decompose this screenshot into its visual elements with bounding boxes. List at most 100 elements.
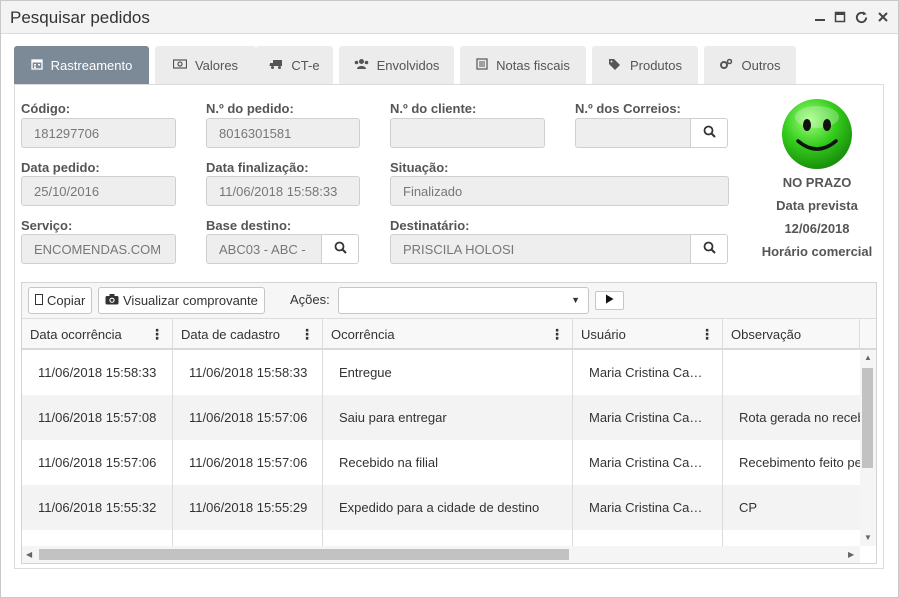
- title-bar: Pesquisar pedidos: [1, 1, 898, 34]
- correios-field[interactable]: [575, 118, 691, 148]
- tags-icon: [608, 58, 622, 73]
- column-header-data-cadastro[interactable]: Data de cadastro ⋮: [173, 319, 323, 350]
- correios-search-button[interactable]: [690, 118, 728, 148]
- cell-ocorrencia: Recebido na filial: [323, 440, 573, 485]
- window-title: Pesquisar pedidos: [10, 8, 150, 27]
- column-menu-icon[interactable]: ⋮: [700, 326, 714, 343]
- table-row[interactable]: 11/06/2018 15:57:06 11/06/2018 15:57:06 …: [22, 440, 860, 485]
- smiley-icon: [753, 97, 881, 171]
- vertical-scroll-thumb[interactable]: [862, 368, 873, 468]
- horizontal-scroll-thumb[interactable]: [39, 549, 569, 560]
- table-row[interactable]: 11/06/2018 15:55:32 11/06/2018 15:55:29 …: [22, 485, 860, 530]
- view-receipt-button[interactable]: Visualizar comprovante: [98, 287, 265, 314]
- cell-ocorrencia: [323, 530, 573, 546]
- pedido-field[interactable]: 8016301581: [206, 118, 360, 148]
- column-title: Usuário: [581, 327, 626, 342]
- close-icon[interactable]: [874, 7, 892, 27]
- grid-toolbar: Copiar Visualizar comprovante Ações: ▼: [22, 283, 876, 319]
- destinatario-field[interactable]: PRISCILA HOLOSI: [390, 234, 691, 264]
- base-destino-search-button[interactable]: [321, 234, 359, 264]
- copy-label: Copiar: [47, 293, 86, 308]
- table-row[interactable]: 11/06/2018 15:58:33 11/06/2018 15:58:33 …: [22, 350, 860, 395]
- scroll-up-icon[interactable]: ▲: [864, 353, 872, 362]
- scroll-down-icon[interactable]: ▼: [864, 533, 872, 542]
- servico-field[interactable]: ENCOMENDAS.COM: [21, 234, 176, 264]
- cliente-field[interactable]: [390, 118, 545, 148]
- column-menu-icon[interactable]: ⋮: [550, 326, 564, 343]
- cell-ocorrencia: Expedido para a cidade de destino: [323, 485, 573, 530]
- cell-data-ocorrencia: 11/06/2018 15:58:33: [22, 350, 173, 395]
- execute-action-button[interactable]: [595, 291, 624, 310]
- tab-rastreamento[interactable]: Rastreamento: [14, 46, 149, 84]
- tab-envolvidos[interactable]: Envolvidos: [339, 46, 454, 84]
- vertical-scrollbar[interactable]: ▲ ▼: [860, 350, 876, 546]
- column-title: Data ocorrência: [30, 327, 122, 342]
- data-pedido-label: Data pedido:: [21, 160, 100, 175]
- cell-usuario: Maria Cristina Ca…: [573, 485, 723, 530]
- column-title: Data de cadastro: [181, 327, 281, 342]
- acoes-label: Ações:: [290, 292, 330, 307]
- prevista-date: 12/06/2018: [784, 221, 850, 236]
- view-receipt-label: Visualizar comprovante: [123, 293, 258, 308]
- data-pedido-field[interactable]: 25/10/2016: [21, 176, 176, 206]
- column-header-data-ocorrencia[interactable]: Data ocorrência ⋮: [22, 319, 173, 350]
- tab-label: Outros: [741, 57, 781, 73]
- tab-label: Valores: [194, 57, 239, 73]
- acoes-select[interactable]: ▼: [338, 287, 589, 314]
- cell-data-ocorrencia: 11/06/2018 15:57:06: [22, 440, 173, 485]
- column-header-ocorrencia[interactable]: Ocorrência ⋮: [323, 319, 573, 350]
- scroll-left-icon[interactable]: ◀: [26, 550, 32, 559]
- horario-label: Horário comercial: [761, 244, 873, 259]
- copy-button[interactable]: Copiar: [28, 287, 93, 314]
- base-destino-field[interactable]: ABC03 - ABC -: [206, 234, 322, 264]
- copy-icon: [35, 293, 43, 308]
- cogs-icon: [719, 58, 733, 73]
- tab-label: Rastreamento: [50, 57, 133, 73]
- base-destino-label: Base destino:: [206, 218, 292, 233]
- pedido-label: N.º do pedido:: [206, 101, 294, 116]
- refresh-icon[interactable]: [852, 7, 870, 27]
- column-header-usuario[interactable]: Usuário ⋮: [573, 319, 723, 350]
- table-row[interactable]: [22, 530, 860, 546]
- minimize-icon[interactable]: [811, 7, 829, 27]
- cell-data-ocorrencia: 11/06/2018 15:57:08: [22, 395, 173, 440]
- table-row[interactable]: 11/06/2018 15:57:08 11/06/2018 15:57:06 …: [22, 395, 860, 440]
- tab-cte[interactable]: CT-e: [256, 46, 333, 84]
- column-title: Observação: [731, 327, 802, 342]
- correios-label: N.º dos Correios:: [575, 101, 681, 116]
- destinatario-label: Destinatário:: [390, 218, 470, 233]
- money-icon: [172, 58, 188, 73]
- column-menu-icon[interactable]: ⋮: [300, 326, 314, 343]
- table-header: Data ocorrência ⋮ Data de cadastro ⋮ Oco…: [22, 319, 876, 350]
- column-header-observacao[interactable]: Observação: [723, 319, 860, 350]
- cell-usuario: [573, 530, 723, 546]
- status-label: NO PRAZO: [782, 175, 852, 190]
- cell-observacao: CP: [739, 500, 758, 515]
- cell-data-cadastro: 11/06/2018 15:57:06: [173, 440, 323, 485]
- cliente-label: N.º do cliente:: [390, 101, 477, 116]
- tab-valores[interactable]: Valores: [155, 46, 256, 84]
- caret-down-icon: ▼: [571, 295, 580, 305]
- tab-label: Envolvidos: [376, 57, 440, 73]
- play-icon: [605, 294, 614, 307]
- cell-data-cadastro: 11/06/2018 15:57:06: [173, 395, 323, 440]
- tab-produtos[interactable]: Produtos: [592, 46, 698, 84]
- occurrences-grid: Copiar Visualizar comprovante Ações: ▼ D…: [21, 282, 877, 564]
- cell-usuario: Maria Cristina Ca…: [573, 350, 723, 395]
- scroll-right-icon[interactable]: ▶: [848, 550, 854, 559]
- tab-label: Produtos: [629, 57, 683, 73]
- maximize-icon[interactable]: [831, 7, 849, 27]
- search-orders-window: Pesquisar pedidos Rastreamento Valores C…: [0, 0, 899, 598]
- data-finalizacao-field[interactable]: 11/06/2018 15:58:33: [206, 176, 360, 206]
- situacao-field[interactable]: Finalizado: [390, 176, 729, 206]
- tab-outros[interactable]: Outros: [704, 46, 796, 84]
- tab-label: CT-e: [291, 57, 320, 73]
- cell-data-ocorrencia: [22, 530, 173, 546]
- column-menu-icon[interactable]: ⋮: [150, 326, 164, 343]
- horizontal-scrollbar[interactable]: ◀ ▶: [22, 546, 860, 563]
- cell-usuario: Maria Cristina Ca…: [573, 395, 723, 440]
- destinatario-search-button[interactable]: [690, 234, 728, 264]
- list-icon: [476, 57, 488, 73]
- tab-notas-fiscais[interactable]: Notas fiscais: [460, 46, 586, 84]
- codigo-field[interactable]: 181297706: [21, 118, 176, 148]
